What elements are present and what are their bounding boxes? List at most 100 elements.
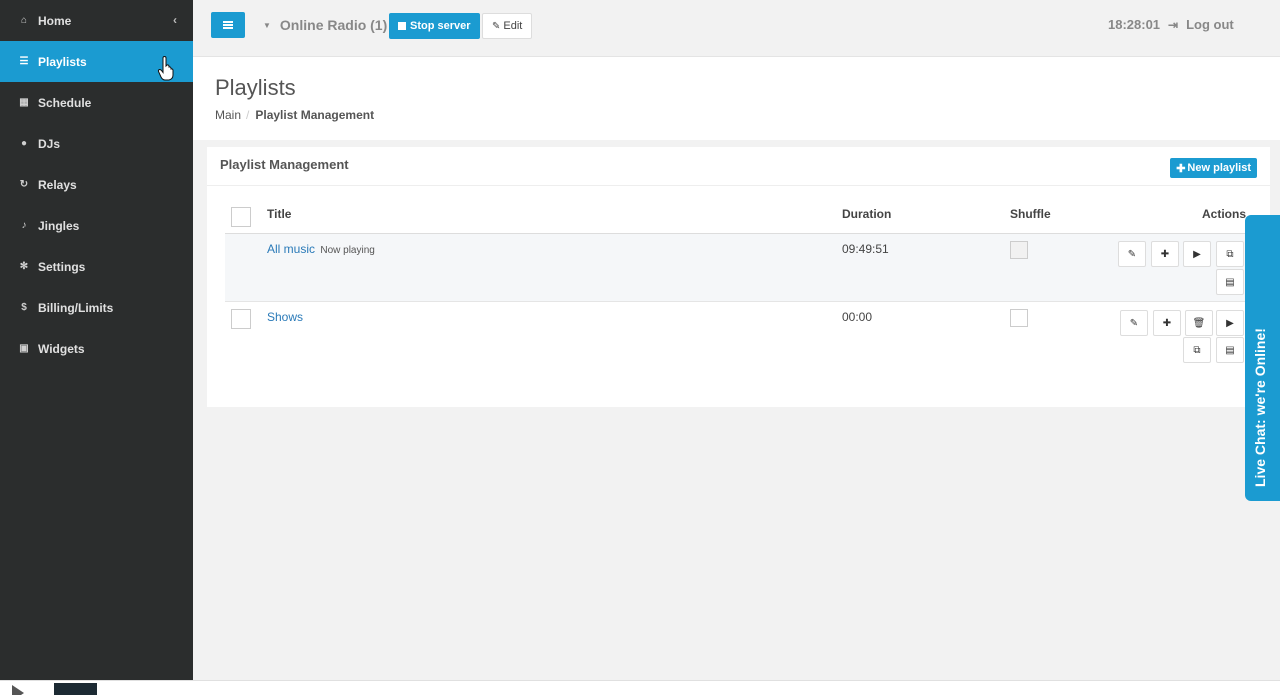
new-playlist-label: New playlist — [1187, 162, 1251, 174]
bottom-player-bar — [0, 680, 1280, 695]
sidebar-item-label: Widgets — [38, 341, 85, 356]
sidebar-item-label: Jingles — [38, 218, 80, 233]
breadcrumb-main[interactable]: Main — [215, 108, 241, 122]
sidebar-item-djs[interactable]: ● DJs — [0, 123, 193, 164]
sidebar-item-widgets[interactable]: ▣ Widgets — [0, 328, 193, 369]
sidebar-item-label: Playlists — [38, 54, 87, 69]
trash-icon: 🗑 — [1192, 317, 1206, 329]
table-row: All music Now playing 09:49:51 ✎ ✚ ▶ ⧉ ▤ — [225, 234, 1252, 302]
sidebar-item-relays[interactable]: ↻ Relays — [0, 164, 193, 205]
edit-playlist-button[interactable]: ✎ — [1120, 310, 1148, 336]
now-playing-badge: Now playing — [320, 245, 375, 256]
edit-label: Edit — [503, 20, 523, 32]
plus-icon: ✚ — [1176, 162, 1186, 175]
hamburger-icon — [223, 24, 233, 26]
playlist-title[interactable]: Shows — [267, 310, 303, 324]
copy-playlist-button[interactable]: ⧉ — [1216, 241, 1244, 267]
gift-icon: ▣ — [19, 343, 29, 354]
collapse-sidebar-icon[interactable]: ‹ — [173, 13, 177, 27]
calendar-icon: ▦ — [19, 97, 29, 108]
dollar-icon: $ — [21, 302, 27, 313]
player-thumbnail — [54, 683, 97, 695]
play-icon[interactable] — [12, 685, 24, 695]
play-playlist-button[interactable]: ▶ — [1183, 241, 1211, 267]
sidebar-item-home[interactable]: ⌂ Home ‹ — [0, 0, 193, 41]
playlist-panel: Playlist Management ✚ New playlist Title… — [207, 147, 1270, 407]
logout-link[interactable]: ⇥ Log out — [1168, 17, 1234, 32]
menu-toggle-button[interactable] — [211, 12, 245, 38]
playlist-title[interactable]: All music — [267, 242, 315, 256]
station-selector[interactable]: ▼ Online Radio (1) — [263, 17, 387, 33]
user-icon: ● — [20, 138, 28, 149]
breadcrumb: Main / Playlist Management — [215, 108, 374, 122]
playlist-duration: 00:00 — [842, 310, 873, 324]
plus-icon: ✚ — [1162, 317, 1172, 329]
file-excel-icon: ▤ — [1225, 344, 1235, 356]
live-chat-label: Live Chat: we're Online! — [1252, 328, 1268, 487]
sidebar-item-billing[interactable]: $ Billing/Limits — [0, 287, 193, 328]
breadcrumb-separator: / — [246, 108, 250, 122]
logout-label: Log out — [1186, 17, 1234, 32]
shuffle-checkbox[interactable] — [1010, 241, 1028, 259]
cogs-icon: ✻ — [19, 261, 29, 272]
stop-icon — [398, 22, 406, 30]
edit-icon: ✎ — [1127, 248, 1137, 260]
edit-playlist-button[interactable]: ✎ — [1118, 241, 1146, 267]
export-playlist-button[interactable]: ▤ — [1216, 269, 1244, 295]
playlist-title-link[interactable]: All music Now playing — [267, 242, 375, 256]
row-checkbox[interactable] — [231, 309, 251, 329]
column-title[interactable]: Title — [267, 207, 291, 221]
sign-out-icon: ⇥ — [1168, 17, 1179, 32]
edit-icon: ✎ — [492, 20, 501, 32]
hand-cursor-icon — [157, 56, 174, 81]
refresh-icon: ↻ — [19, 179, 29, 190]
sidebar-item-label: Relays — [38, 177, 77, 192]
edit-station-button[interactable]: ✎ Edit — [482, 13, 533, 39]
sidebar-item-jingles[interactable]: ♪ Jingles — [0, 205, 193, 246]
sidebar-item-label: DJs — [38, 136, 61, 151]
home-icon: ⌂ — [20, 15, 28, 26]
play-icon: ▶ — [1226, 317, 1234, 329]
edit-icon: ✎ — [1129, 317, 1139, 329]
add-tracks-button[interactable]: ✚ — [1153, 310, 1181, 336]
export-playlist-button[interactable]: ▤ — [1216, 337, 1244, 363]
select-all-checkbox[interactable] — [231, 207, 251, 227]
play-icon: ▶ — [1193, 248, 1201, 260]
station-name: Online Radio (1) — [279, 17, 388, 33]
add-tracks-button[interactable]: ✚ — [1151, 241, 1179, 267]
copy-icon: ⧉ — [1226, 248, 1234, 260]
file-excel-icon: ▤ — [1225, 276, 1235, 288]
breadcrumb-current: Playlist Management — [255, 108, 375, 122]
stop-server-label: Stop server — [410, 20, 471, 32]
playlist-title-link[interactable]: Shows — [267, 310, 303, 324]
column-actions: Actions — [1202, 207, 1247, 221]
table-header: Title Duration Shuffle Actions — [225, 202, 1252, 234]
caret-down-icon: ▼ — [263, 20, 271, 30]
server-clock: 18:28:01 — [1108, 17, 1161, 32]
sidebar-item-settings[interactable]: ✻ Settings — [0, 246, 193, 287]
column-shuffle: Shuffle — [1010, 207, 1051, 221]
sidebar-item-schedule[interactable]: ▦ Schedule — [0, 82, 193, 123]
live-chat-tab[interactable]: Live Chat: we're Online! — [1245, 215, 1280, 501]
sidebar-item-label: Billing/Limits — [38, 300, 114, 315]
panel-header: Playlist Management ✚ New playlist — [207, 147, 1270, 186]
page-title: Playlists — [215, 75, 296, 100]
table-row: Shows 00:00 ✎ ✚ 🗑 ▶ ⧉ ▤ — [225, 302, 1252, 370]
copy-playlist-button[interactable]: ⧉ — [1183, 337, 1211, 363]
plus-icon: ✚ — [1160, 248, 1170, 260]
play-playlist-button[interactable]: ▶ — [1216, 310, 1244, 336]
list-icon: ☰ — [19, 56, 29, 67]
panel-title: Playlist Management — [220, 157, 349, 172]
delete-playlist-button[interactable]: 🗑 — [1185, 310, 1213, 336]
page-header: Playlists Main / Playlist Management — [193, 56, 1280, 140]
column-duration[interactable]: Duration — [842, 207, 891, 221]
shuffle-checkbox[interactable] — [1010, 309, 1028, 327]
sidebar-item-label: Settings — [38, 259, 86, 274]
sidebar-item-label: Schedule — [38, 95, 92, 110]
copy-icon: ⧉ — [1193, 344, 1201, 356]
stop-server-button[interactable]: Stop server — [389, 13, 480, 39]
sidebar: ⌂ Home ‹ ☰ Playlists ▦ Schedule ● DJs ↻ … — [0, 0, 193, 680]
top-bar: ▼ Online Radio (1) Stop server ✎ Edit 18… — [193, 0, 1280, 56]
bell-icon: ♪ — [21, 220, 27, 231]
new-playlist-button[interactable]: ✚ New playlist — [1170, 158, 1257, 178]
